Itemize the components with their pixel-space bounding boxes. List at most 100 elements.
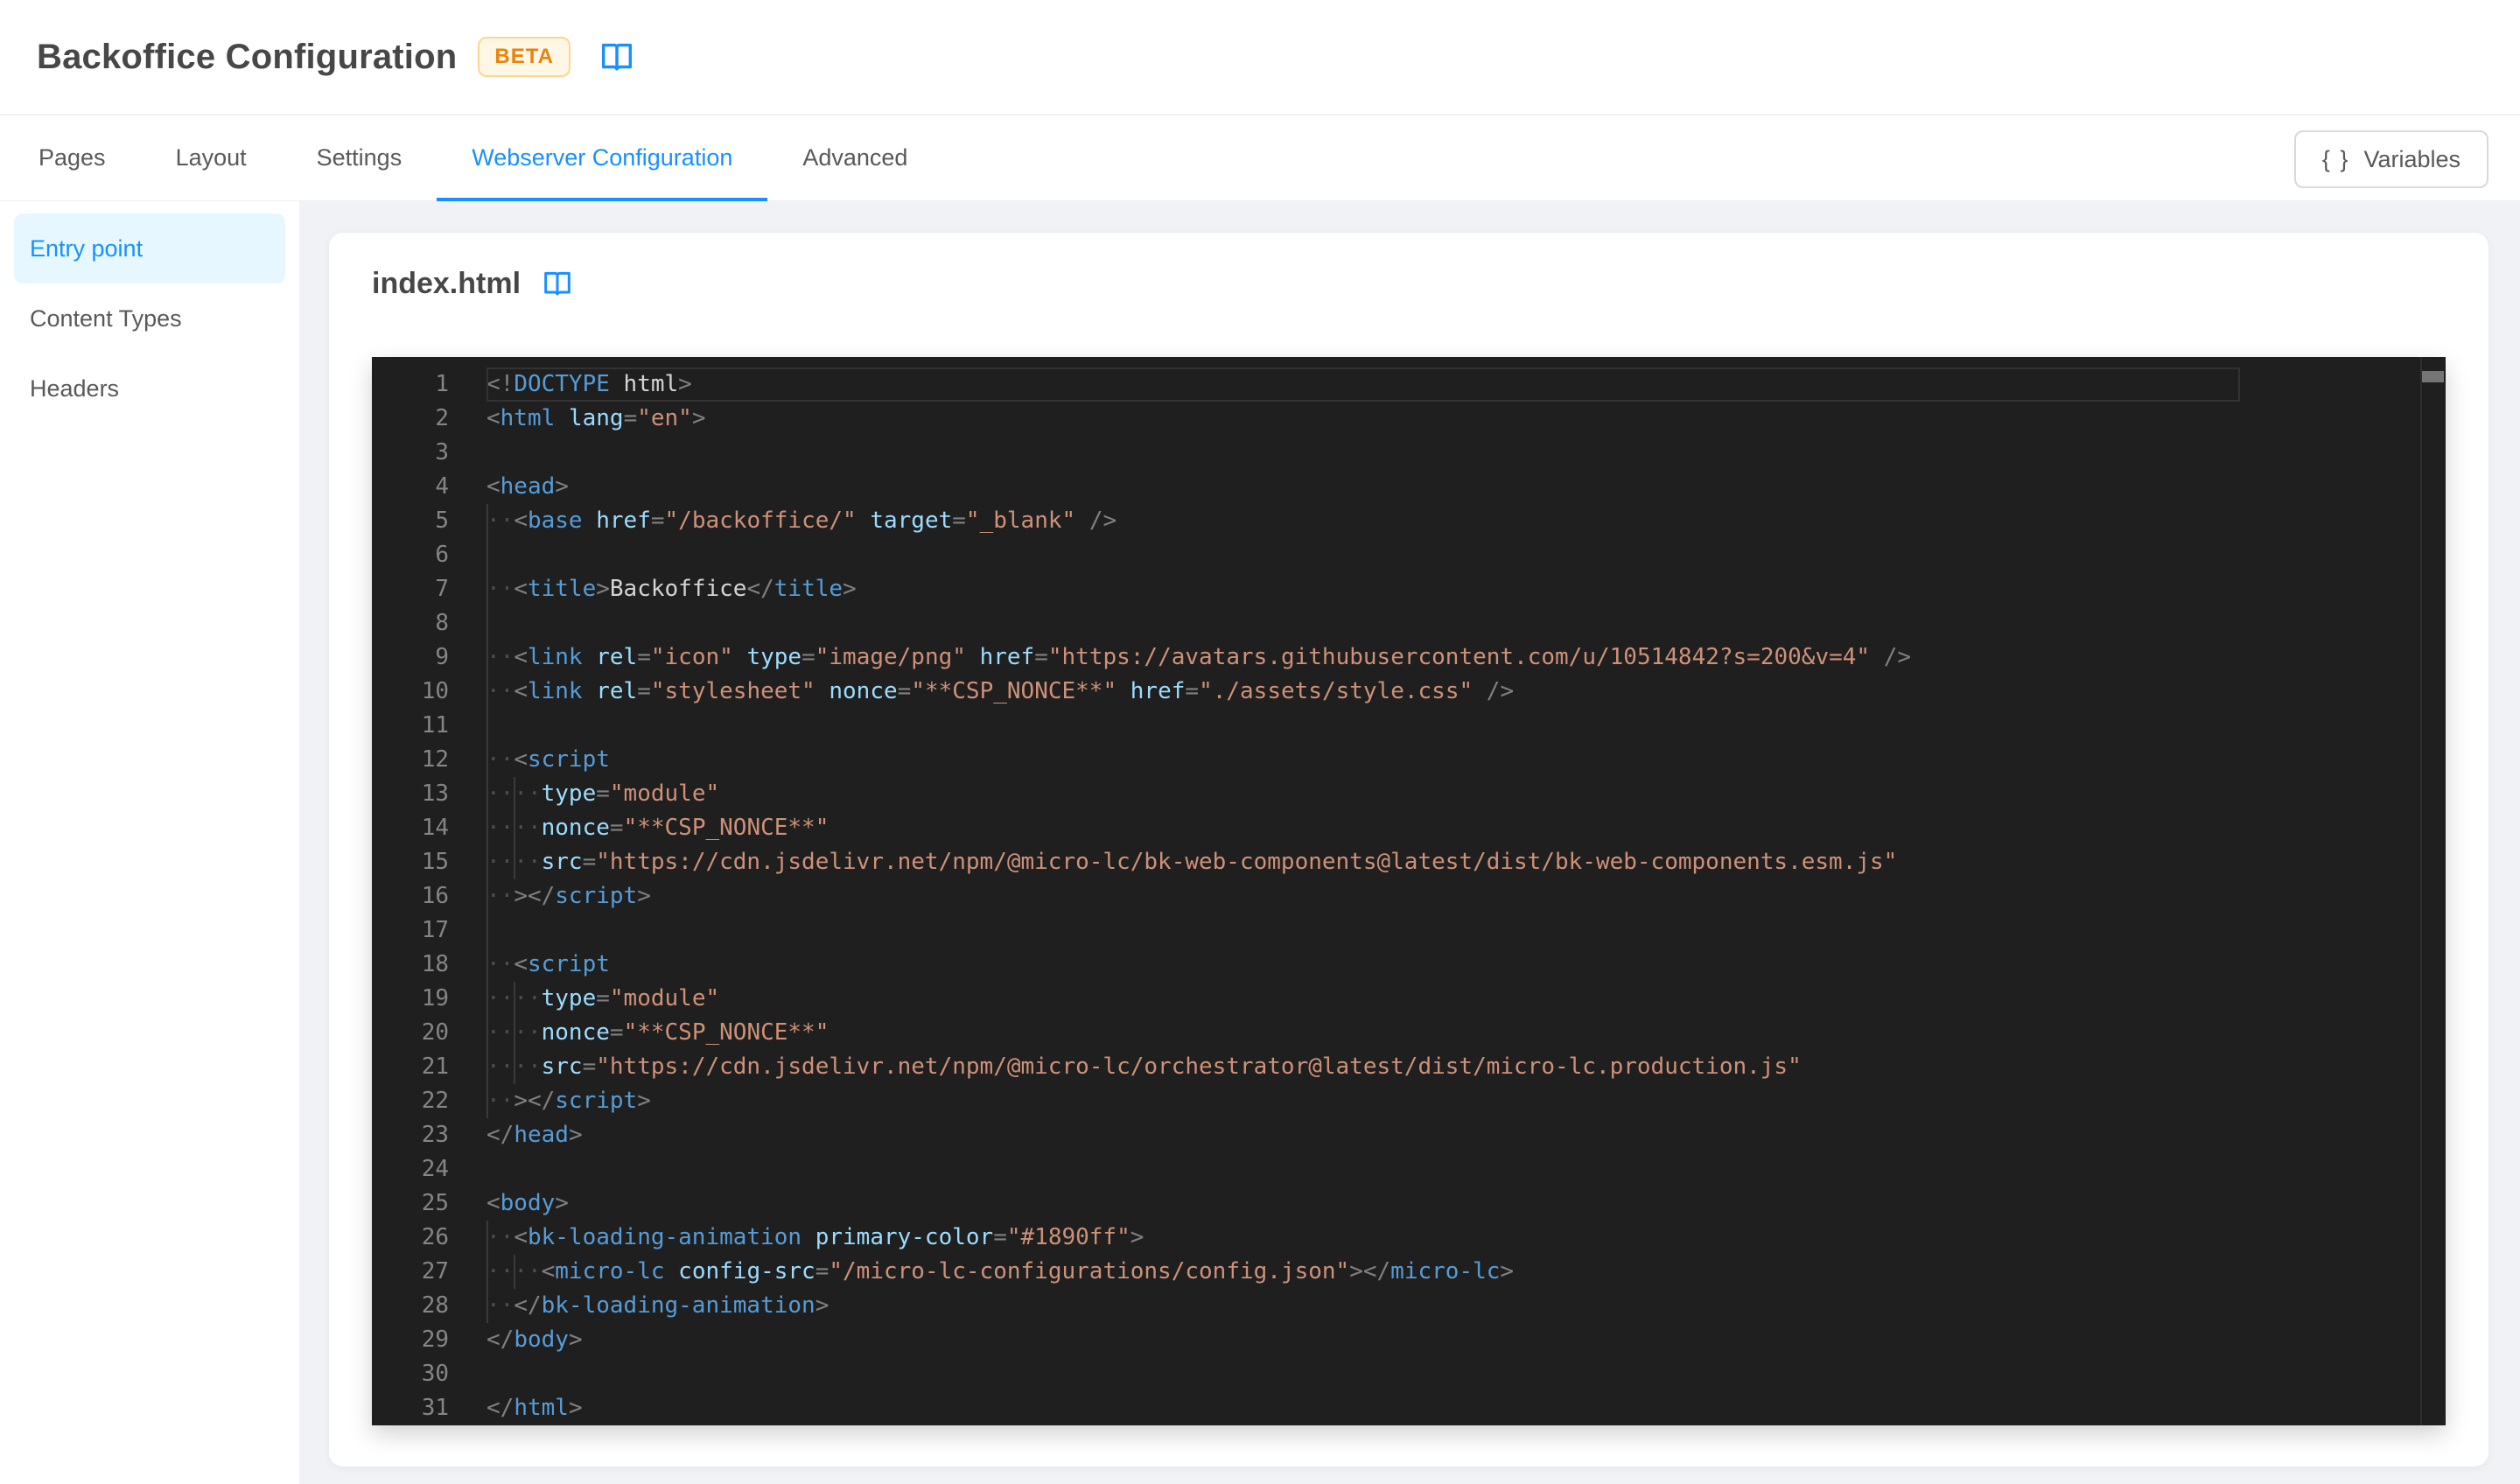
tabs: Pages Layout Settings Webserver Configurati… [0,116,2520,201]
code-line: 25 <body> [372,1186,2446,1221]
code-line: 21 ····src="https://cdn.jsdelivr.net/npm/… [372,1050,2446,1084]
line-number: 1 [435,371,449,397]
code-content: </head> [486,1122,583,1148]
code-content: <html lang="en"> [486,405,706,431]
tab-layout[interactable]: Layout [141,116,282,200]
code-line: 23 </head> [372,1118,2446,1152]
tab-pages[interactable]: Pages [4,116,141,200]
code-content: ··<title>Backoffice</title> [486,572,857,606]
line-number: 6 [435,542,449,568]
line-number: 28 [421,1292,449,1319]
code-line: 27 ····<micro-lc config-src="/micro-lc-co… [372,1255,2446,1289]
code-content: ····src="https://cdn.jsdelivr.net/npm/@m… [486,1050,1802,1084]
code-line: 6 [372,538,2446,572]
code-line: 15 ····src="https://cdn.jsdelivr.net/npm/… [372,845,2446,879]
line-number: 17 [421,917,449,943]
line-number: 23 [421,1122,449,1148]
line-number: 27 [421,1258,449,1284]
code-content: ··<link rel="icon" type="image/png" href… [486,640,1911,675]
code-line: 3 [372,436,2446,470]
variables-button[interactable]: { } Variables [2293,130,2488,188]
code-line: 1 <!DOCTYPE html> [372,368,2446,402]
line-number: 13 [421,780,449,807]
line-number: 21 [421,1054,449,1080]
editor-scrollbar-thumb[interactable] [2422,371,2444,382]
header-docs-button[interactable] [597,37,637,77]
line-number: 30 [421,1361,449,1387]
code-line: 8 [372,606,2446,640]
code-content: ····src="https://cdn.jsdelivr.net/npm/@m… [486,845,1897,879]
code-line: 12 ··<script [372,743,2446,777]
code-content: ····<micro-lc config-src="/micro-lc-conf… [486,1255,1514,1289]
tab-bar: Pages Layout Settings Webserver Configurati… [0,114,2520,201]
line-number: 20 [421,1019,449,1046]
code-line: 13 ····type="module" [372,777,2446,811]
code-line: 5 ··<base href="/backoffice/" target="_bl… [372,504,2446,538]
line-number: 12 [421,746,449,773]
line-number: 24 [421,1156,449,1182]
backoffice-configuration-page: Backoffice Configuration BETA Pages Layou… [0,0,2520,1484]
code-content: <!DOCTYPE html> [486,371,692,397]
code-line: 10 ··<link rel="stylesheet" nonce="**CSP_… [372,675,2446,709]
code-editor[interactable]: 1 <!DOCTYPE html> 2 <html lang="en"> 3 4 <head… [372,357,2446,1425]
indent-guide [486,709,488,743]
sidebar-item-content-types[interactable]: Content Types [14,284,285,354]
line-number: 25 [421,1190,449,1216]
code-line: 31 </html> [372,1391,2446,1425]
code-line: 11 [372,709,2446,743]
line-number: 3 [435,439,449,466]
code-content: ····nonce="**CSP_NONCE**" [486,811,829,845]
code-content: ··></script> [486,879,651,914]
line-number: 15 [421,849,449,875]
line-number: 22 [421,1088,449,1114]
line-number: 8 [435,610,449,636]
code-line: 17 [372,914,2446,948]
tab-advanced[interactable]: Advanced [767,116,942,200]
code-line: 26 ··<bk-loading-animation primary-color=… [372,1221,2446,1255]
code-content: ··<script [486,948,610,982]
line-number: 4 [435,473,449,500]
code-line: 24 [372,1152,2446,1186]
indent-guide [486,538,488,572]
line-number: 14 [421,815,449,841]
code-content: </html> [486,1395,583,1421]
entry-point-card: index.html 1 <!DOCTYPE html> 2 <html lang="… [329,233,2488,1466]
open-book-icon [544,271,570,296]
page-title: Backoffice Configuration [37,37,458,76]
card-header: index.html [372,266,575,301]
code-content: ··<bk-loading-animation primary-color="#… [486,1221,1144,1255]
indent-guide [486,606,488,640]
line-number: 10 [421,678,449,704]
code-content: ··</bk-loading-animation> [486,1289,829,1323]
code-content: ··<base href="/backoffice/" target="_bla… [486,504,1116,538]
sidebar-item-entry-point[interactable]: Entry point [14,214,285,284]
code-line: 22 ··></script> [372,1084,2446,1118]
page-header: Backoffice Configuration BETA [0,0,2520,114]
sidebar: Entry point Content Types Headers [0,201,299,1484]
variables-button-label: Variables [2363,145,2460,172]
code-line: 16 ··></script> [372,879,2446,914]
line-number: 29 [421,1326,449,1353]
line-number: 31 [421,1395,449,1421]
content-area: Entry point Content Types Headers index.ht… [0,201,2520,1484]
editor-scrollbar-track [2420,357,2446,1425]
code-content: </body> [486,1326,583,1353]
line-number: 19 [421,985,449,1012]
curly-braces-icon: { } [2321,145,2350,172]
line-number: 26 [421,1224,449,1250]
code-line: 18 ··<script [372,948,2446,982]
sidebar-item-headers[interactable]: Headers [14,354,285,424]
tab-webserver-configuration[interactable]: Webserver Configuration [437,116,768,201]
open-book-icon [601,43,633,71]
line-number: 18 [421,951,449,977]
file-docs-button[interactable] [540,266,575,301]
code-content: ····type="module" [486,777,719,811]
code-content: ····type="module" [486,982,719,1016]
tab-settings[interactable]: Settings [282,116,438,200]
code-line: 20 ····nonce="**CSP_NONCE**" [372,1016,2446,1050]
code-line: 19 ····type="module" [372,982,2446,1016]
line-number: 2 [435,405,449,431]
code-content: ····nonce="**CSP_NONCE**" [486,1016,829,1050]
code-content: <body> [486,1190,569,1216]
code-content: ··></script> [486,1084,651,1118]
